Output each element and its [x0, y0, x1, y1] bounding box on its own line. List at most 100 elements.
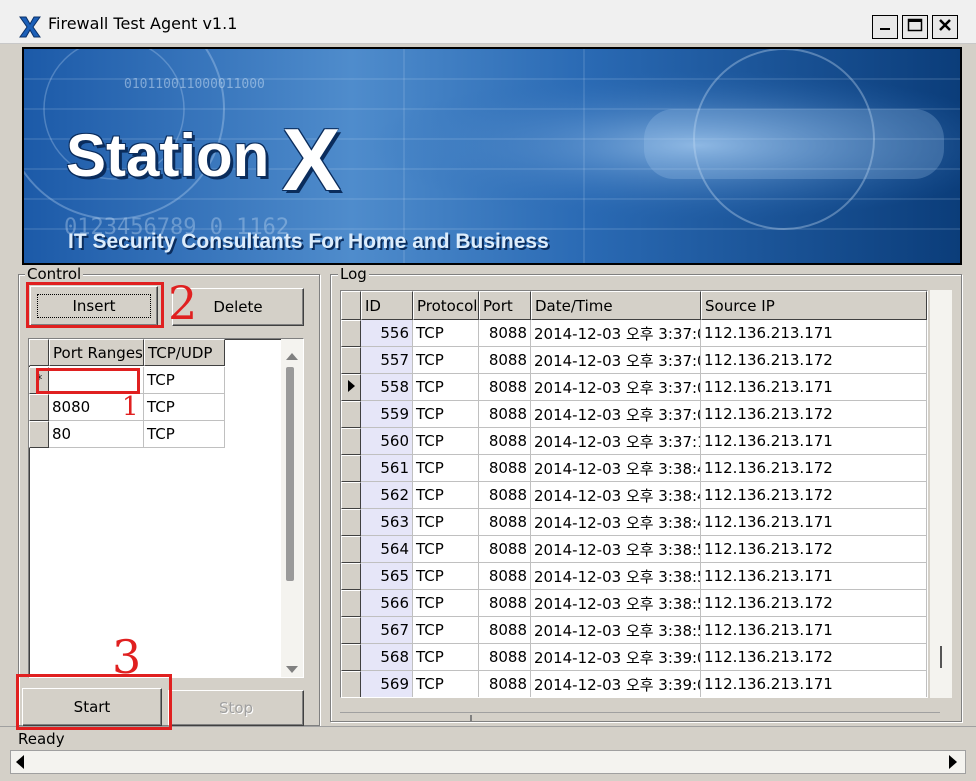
log-datetime-cell[interactable]: 2014-12-03 오후 3:38:5 — [531, 536, 701, 563]
log-row-indicator-current[interactable] — [341, 374, 361, 401]
log-row-indicator[interactable] — [341, 536, 361, 563]
log-datetime-cell[interactable]: 2014-12-03 오후 3:38:5 — [531, 590, 701, 617]
log-datetime-cell[interactable]: 2014-12-03 오후 3:37:0 — [531, 401, 701, 428]
log-row-indicator[interactable] — [341, 563, 361, 590]
col-header-source-ip[interactable]: Source IP — [701, 291, 927, 320]
log-protocol-cell[interactable]: TCP — [413, 320, 479, 347]
scroll-right-arrow-icon[interactable] — [945, 754, 959, 774]
log-row-indicator[interactable] — [341, 401, 361, 428]
log-id-cell[interactable]: 561 — [361, 455, 413, 482]
log-datetime-cell[interactable]: 2014-12-03 오후 3:39:0 — [531, 644, 701, 671]
log-row-indicator[interactable] — [341, 320, 361, 347]
col-header-id[interactable]: ID — [361, 291, 413, 320]
log-id-cell[interactable]: 567 — [361, 617, 413, 644]
port-cell[interactable]: 80 — [49, 421, 144, 448]
scroll-up-arrow-icon[interactable] — [285, 347, 299, 365]
col-header-protocol[interactable]: Protocol — [413, 291, 479, 320]
log-protocol-cell[interactable]: TCP — [413, 455, 479, 482]
log-port-cell[interactable]: 8088 — [479, 374, 531, 401]
log-protocol-cell[interactable]: TCP — [413, 374, 479, 401]
log-row-indicator[interactable] — [341, 617, 361, 644]
log-horizontal-scrollbar[interactable] — [340, 712, 940, 722]
log-source-ip-cell[interactable]: 112.136.213.172 — [701, 482, 927, 509]
log-grid[interactable]: ID Protocol Port Date/Time Source IP 556… — [340, 290, 928, 698]
log-row-indicator[interactable] — [341, 644, 361, 671]
log-datetime-cell[interactable]: 2014-12-03 오후 3:39:0 — [531, 671, 701, 697]
log-source-ip-cell[interactable]: 112.136.213.171 — [701, 671, 927, 697]
protocol-cell[interactable]: TCP — [144, 394, 225, 421]
log-id-cell[interactable]: 569 — [361, 671, 413, 697]
col-header-port[interactable]: Port — [479, 291, 531, 320]
log-row-indicator[interactable] — [341, 671, 361, 697]
stop-button[interactable]: Stop — [168, 690, 304, 726]
log-protocol-cell[interactable]: TCP — [413, 509, 479, 536]
log-row-indicator[interactable] — [341, 590, 361, 617]
protocol-cell[interactable]: TCP — [144, 367, 225, 394]
log-datetime-cell[interactable]: 2014-12-03 오후 3:37:0 — [531, 347, 701, 374]
log-port-cell[interactable]: 8088 — [479, 482, 531, 509]
log-source-ip-cell[interactable]: 112.136.213.172 — [701, 401, 927, 428]
log-source-ip-cell[interactable]: 112.136.213.171 — [701, 428, 927, 455]
scroll-left-arrow-icon[interactable] — [14, 754, 28, 774]
log-id-cell[interactable]: 562 — [361, 482, 413, 509]
log-id-cell[interactable]: 559 — [361, 401, 413, 428]
log-port-cell[interactable]: 8088 — [479, 509, 531, 536]
row-indicator[interactable] — [29, 394, 49, 421]
log-datetime-cell[interactable]: 2014-12-03 오후 3:37:1 — [531, 428, 701, 455]
log-port-cell[interactable]: 8088 — [479, 320, 531, 347]
log-source-ip-cell[interactable]: 112.136.213.172 — [701, 455, 927, 482]
log-port-cell[interactable]: 8088 — [479, 536, 531, 563]
log-source-ip-cell[interactable]: 112.136.213.171 — [701, 563, 927, 590]
log-protocol-cell[interactable]: TCP — [413, 590, 479, 617]
log-source-ip-cell[interactable]: 112.136.213.171 — [701, 617, 927, 644]
log-datetime-cell[interactable]: 2014-12-03 오후 3:37:0 — [531, 374, 701, 401]
log-id-cell[interactable]: 566 — [361, 590, 413, 617]
log-id-cell[interactable]: 565 — [361, 563, 413, 590]
log-source-ip-cell[interactable]: 112.136.213.171 — [701, 509, 927, 536]
log-protocol-cell[interactable]: TCP — [413, 563, 479, 590]
ports-vertical-scrollbar[interactable] — [281, 339, 303, 677]
log-datetime-cell[interactable]: 2014-12-03 오후 3:38:5 — [531, 617, 701, 644]
log-port-cell[interactable]: 8088 — [479, 617, 531, 644]
col-header-date-time[interactable]: Date/Time — [531, 291, 701, 320]
log-source-ip-cell[interactable]: 112.136.213.171 — [701, 320, 927, 347]
log-protocol-cell[interactable]: TCP — [413, 617, 479, 644]
log-port-cell[interactable]: 8088 — [479, 347, 531, 374]
log-id-cell[interactable]: 557 — [361, 347, 413, 374]
log-datetime-cell[interactable]: 2014-12-03 오후 3:38:4 — [531, 455, 701, 482]
log-row-indicator[interactable] — [341, 347, 361, 374]
log-datetime-cell[interactable]: 2014-12-03 오후 3:37:0 — [531, 320, 701, 347]
log-port-cell[interactable]: 8088 — [479, 401, 531, 428]
log-row-indicator[interactable] — [341, 428, 361, 455]
minimize-button[interactable] — [872, 15, 898, 39]
log-hscroll-thumb[interactable] — [470, 715, 472, 721]
log-protocol-cell[interactable]: TCP — [413, 536, 479, 563]
close-button[interactable] — [932, 15, 958, 39]
maximize-button[interactable] — [902, 15, 928, 39]
col-header-port-ranges[interactable]: Port Ranges — [49, 339, 144, 366]
window-horizontal-scrollbar[interactable] — [10, 750, 966, 774]
log-row-indicator[interactable] — [341, 482, 361, 509]
log-protocol-cell[interactable]: TCP — [413, 482, 479, 509]
col-header-tcp-udp[interactable]: TCP/UDP — [144, 339, 225, 366]
log-protocol-cell[interactable]: TCP — [413, 347, 479, 374]
log-datetime-cell[interactable]: 2014-12-03 오후 3:38:5 — [531, 563, 701, 590]
log-vertical-scrollbar[interactable] — [930, 290, 952, 698]
row-indicator[interactable] — [29, 421, 49, 448]
log-id-cell[interactable]: 560 — [361, 428, 413, 455]
scroll-thumb[interactable] — [286, 367, 294, 581]
log-protocol-cell[interactable]: TCP — [413, 671, 479, 697]
log-row-indicator[interactable] — [341, 455, 361, 482]
log-id-cell[interactable]: 556 — [361, 320, 413, 347]
log-row-indicator[interactable] — [341, 509, 361, 536]
log-source-ip-cell[interactable]: 112.136.213.171 — [701, 374, 927, 401]
log-id-cell[interactable]: 563 — [361, 509, 413, 536]
log-source-ip-cell[interactable]: 112.136.213.172 — [701, 536, 927, 563]
log-port-cell[interactable]: 8088 — [479, 644, 531, 671]
protocol-cell[interactable]: TCP — [144, 421, 225, 448]
scroll-down-arrow-icon[interactable] — [285, 661, 299, 677]
log-id-cell[interactable]: 568 — [361, 644, 413, 671]
log-source-ip-cell[interactable]: 112.136.213.172 — [701, 644, 927, 671]
log-protocol-cell[interactable]: TCP — [413, 428, 479, 455]
log-port-cell[interactable]: 8088 — [479, 590, 531, 617]
